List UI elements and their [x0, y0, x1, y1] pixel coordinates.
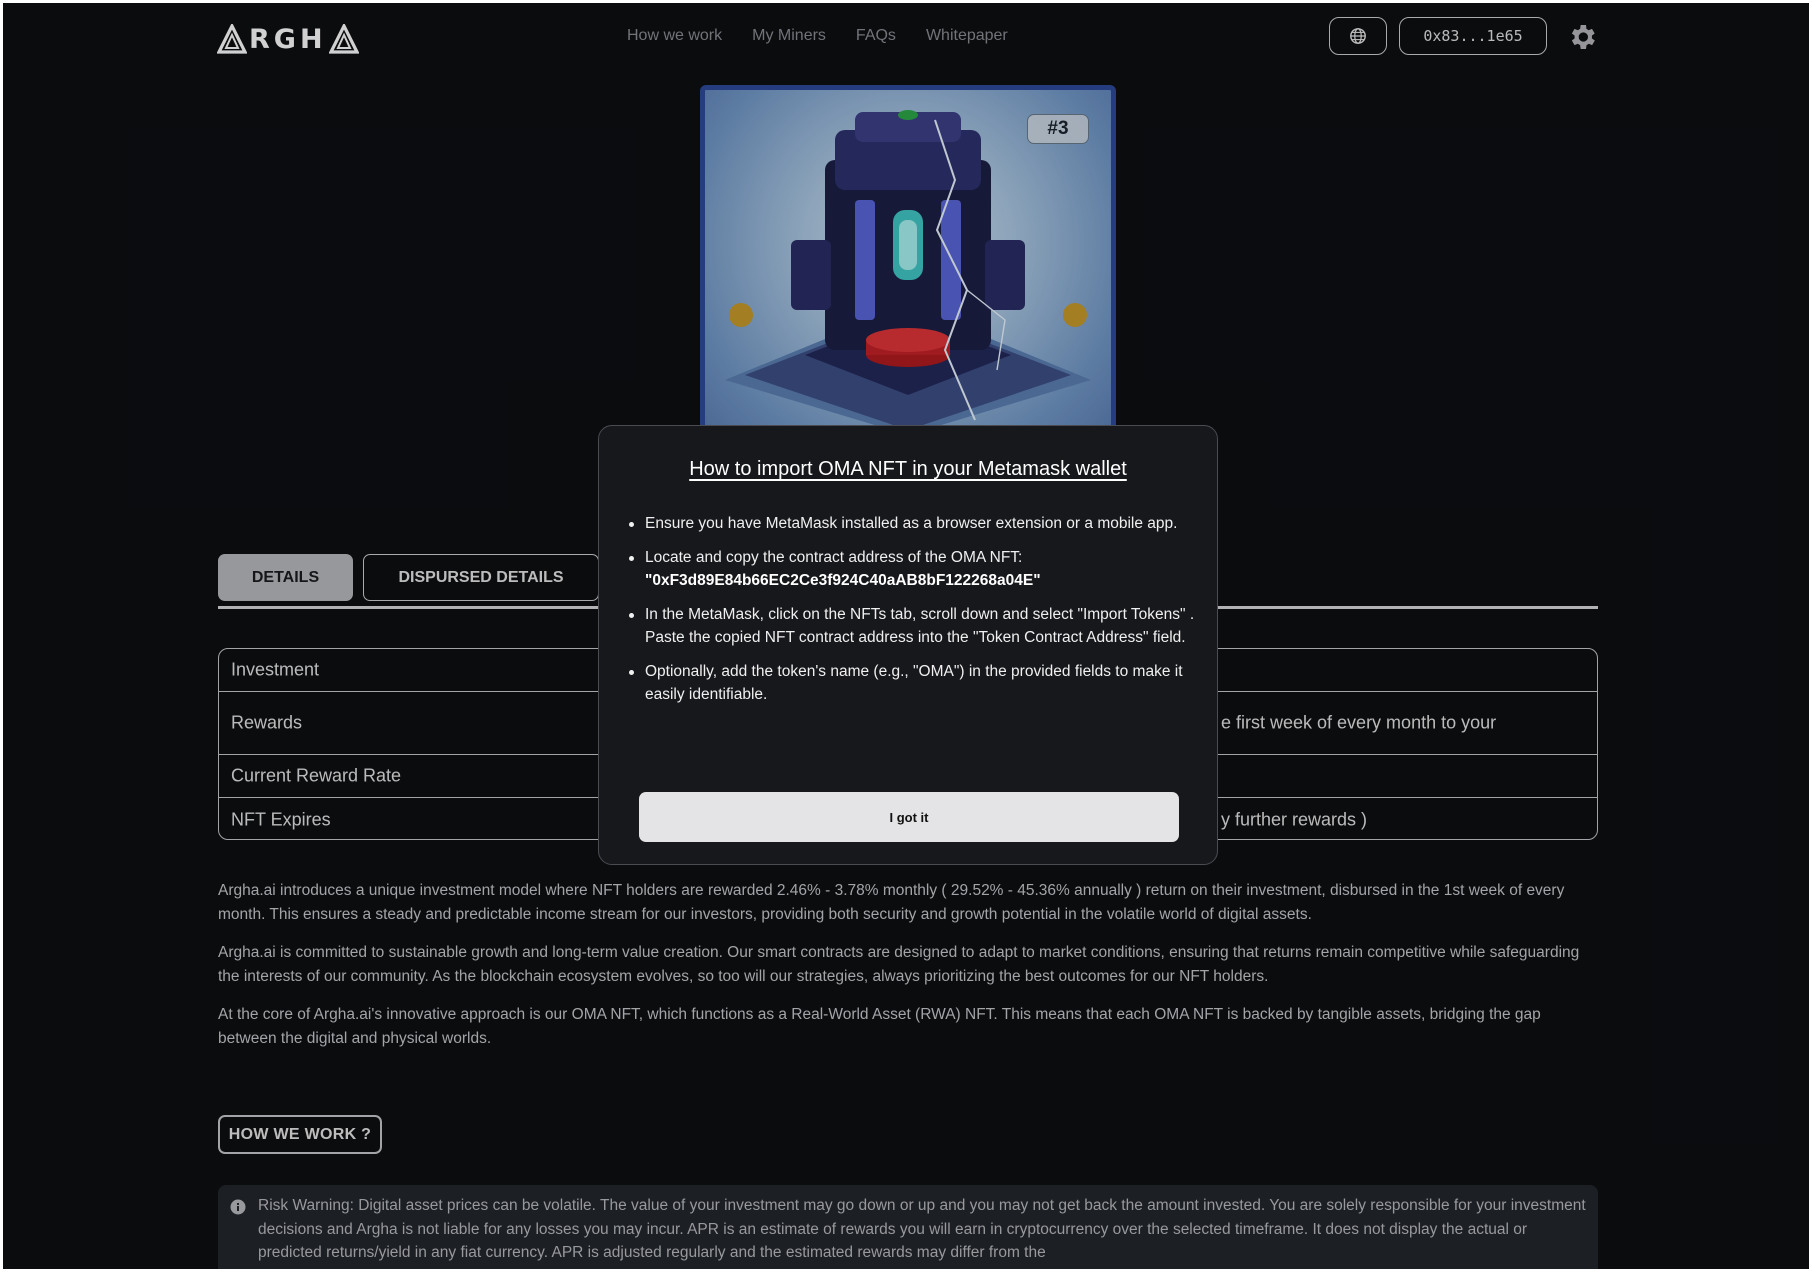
- contract-address: "0xF3d89E84b66EC2Ce3f924C40aAB8bF122268a…: [645, 572, 1041, 589]
- list-item: Ensure you have MetaMask installed as a …: [627, 512, 1199, 536]
- got-it-button[interactable]: I got it: [639, 792, 1179, 842]
- modal-title: How to import OMA NFT in your Metamask w…: [689, 458, 1127, 480]
- instruction-list: Ensure you have MetaMask installed as a …: [627, 512, 1199, 717]
- import-nft-modal: How to import OMA NFT in your Metamask w…: [598, 425, 1218, 865]
- step-text: Ensure you have MetaMask installed as a …: [645, 515, 1178, 532]
- app-frame: RGH How we work My Miners FAQs Whitepape…: [3, 3, 1809, 1269]
- step-text: Optionally, add the token's name (e.g., …: [645, 662, 1183, 704]
- step-text: Locate and copy the contract address of …: [645, 548, 1023, 566]
- step-text: In the MetaMask, click on the NFTs tab, …: [645, 605, 1195, 647]
- list-item: Optionally, add the token's name (e.g., …: [627, 660, 1199, 707]
- list-item: In the MetaMask, click on the NFTs tab, …: [627, 603, 1199, 650]
- list-item: Locate and copy the contract address of …: [627, 546, 1199, 593]
